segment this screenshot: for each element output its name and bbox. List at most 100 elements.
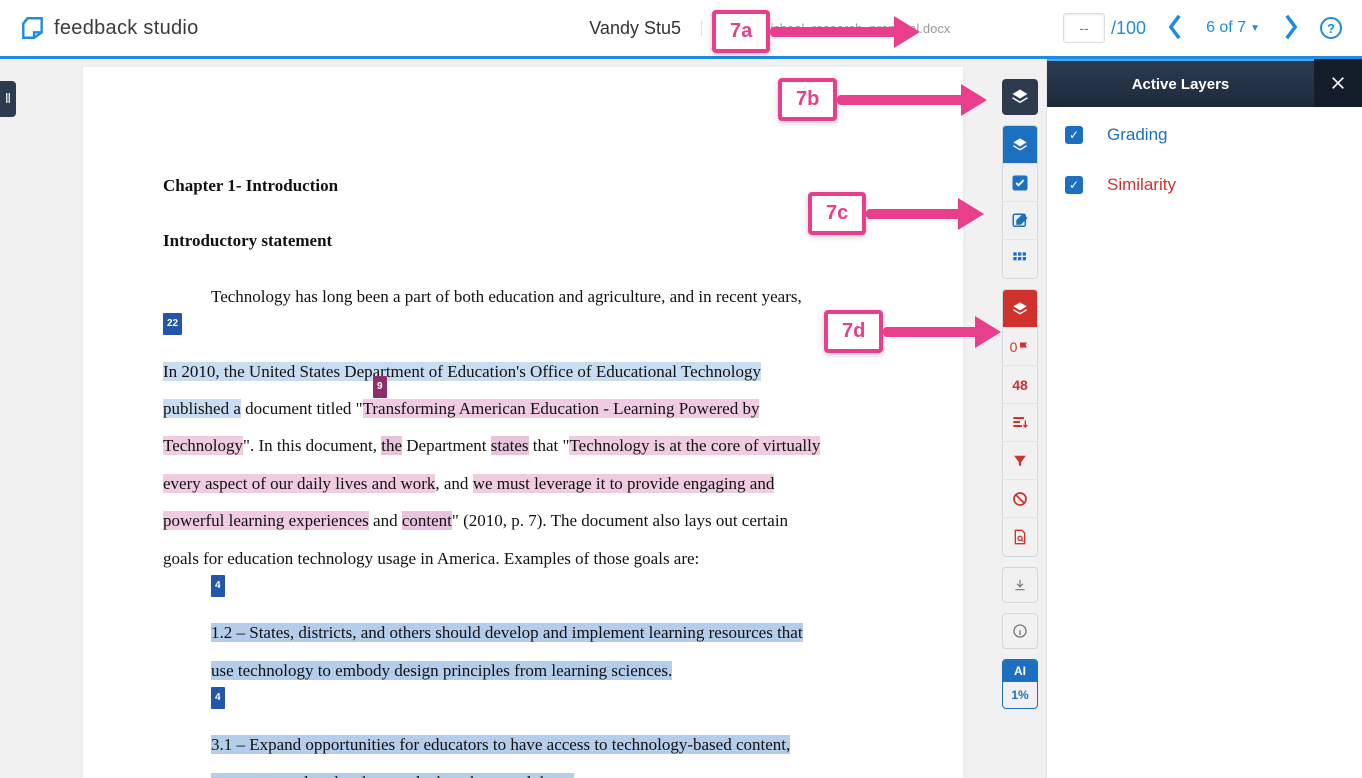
no-icon [1012,491,1028,507]
match-badge[interactable]: 22 [163,313,182,335]
layer-list: ✓ Grading ✓ Similarity [1047,107,1362,213]
quickmarks-button[interactable] [1003,164,1037,202]
rubric-button[interactable] [1003,240,1037,278]
grading-layers-icon[interactable] [1003,126,1037,164]
close-icon [1330,75,1346,91]
sub-heading: Introductory statement [163,222,883,259]
top-bar: feedback studio Vandy Stu5 coley_michael… [0,0,1362,56]
similarity-highlight[interactable]: 1.2 – States, districts, and others shou… [211,623,803,642]
text: , and [435,474,472,493]
download-icon [1013,578,1027,592]
bars-icon [1012,415,1028,431]
paragraph-line: every aspect of our daily lives and work… [163,465,883,502]
goal-list: 4 1.2 – States, districts, and others sh… [163,577,883,778]
layer-item-similarity: ✓ Similarity [1065,175,1344,195]
similarity-layers-icon[interactable] [1003,290,1037,328]
match-badge[interactable]: 9 [373,376,387,398]
similarity-highlight[interactable]: 3.1 – Expand opportunities for educators… [211,735,790,754]
match-badge[interactable]: 4 [211,687,225,709]
text: that " [529,436,570,455]
match-overview-button[interactable]: 48 [1003,366,1037,404]
flag-count: 0 [1010,339,1018,355]
similarity-highlight[interactable]: every aspect of our daily lives and work [163,474,435,493]
flags-button[interactable]: 0 [1003,328,1037,366]
brand: feedback studio [20,15,199,41]
similarity-highlight[interactable]: In 2010, the United States Department of… [163,362,761,381]
top-right-controls: /100 6 of 7 ▼ ? [1063,13,1342,44]
similarity-highlight[interactable]: Technology is at the core of virtually [569,436,820,455]
document-filename: coley_michael_research_proposal.docx [701,21,950,36]
similarity-highlight[interactable]: content [402,511,452,530]
score-box: /100 [1063,13,1146,43]
doc-details-button[interactable] [1003,518,1037,556]
filter-icon [1013,454,1027,468]
paragraph-line: Technology". In this document, the Depar… [163,427,883,464]
compose-icon [1011,212,1029,230]
document-area: ⦀ Chapter 1- Introduction Introductory s… [0,59,1046,778]
grading-checkbox[interactable]: ✓ [1065,126,1083,144]
layers-icon [1011,88,1029,106]
next-paper-button[interactable] [1282,13,1300,44]
thumbnail-tab[interactable]: ⦀ [0,81,16,117]
student-name: Vandy Stu5 [589,18,681,39]
tool-rail: 0 48 [1002,79,1038,709]
ai-label: AI [1003,660,1037,682]
text: ". In this document, [243,436,381,455]
brand-text: feedback studio [54,17,199,40]
check-icon [1011,174,1029,192]
download-button[interactable] [1002,567,1038,603]
similarity-tool-group: 0 48 [1002,289,1038,557]
main-area: ⦀ Chapter 1- Introduction Introductory s… [0,59,1362,778]
ai-percent: 1% [1003,682,1037,708]
similarity-highlight[interactable]: use technology to embody design principl… [211,661,672,680]
side-panel-title: Active Layers [1047,59,1314,107]
side-panel: Active Layers ✓ Grading ✓ Similarity [1046,59,1362,778]
side-panel-header: Active Layers [1047,59,1362,107]
help-button[interactable]: ? [1320,17,1342,39]
flag-icon [1018,341,1030,353]
text: document titled " [241,399,363,418]
paper-position-label: 6 of 7 [1206,19,1246,37]
similarity-highlight[interactable]: states [491,436,529,455]
similarity-highlight[interactable]: resources, and tools where and when they… [211,773,574,778]
paragraph-line: Technology has long been a part of both … [163,278,883,315]
paper-page: Chapter 1- Introduction Introductory sta… [83,67,963,778]
paragraph-line: 22 In 2010, the United States Department… [163,315,883,390]
layer-label: Similarity [1107,175,1176,195]
match-badge[interactable]: 4 [211,575,225,597]
similarity-checkbox[interactable]: ✓ [1065,176,1083,194]
filter-button[interactable] [1003,442,1037,480]
text: and [369,511,402,530]
paper-position-dropdown[interactable]: 6 of 7 ▼ [1206,19,1260,37]
info-icon [1012,623,1028,639]
brand-icon [20,15,46,41]
similarity-highlight[interactable]: published a [163,399,241,418]
similarity-highlight[interactable]: we must leverage it to provide engaging … [473,474,775,493]
layers-toggle-button[interactable] [1002,79,1038,115]
similarity-highlight[interactable]: Technology [163,436,243,455]
prev-paper-button[interactable] [1166,13,1184,44]
feedback-summary-button[interactable] [1003,202,1037,240]
paragraph-line: goals for education technology usage in … [163,540,883,577]
similarity-highlight[interactable]: Transforming American Education - Learni… [363,399,760,418]
similarity-highlight[interactable]: powerful learning experiences [163,511,369,530]
text: Department [402,436,491,455]
layer-item-grading: ✓ Grading [1065,125,1344,145]
all-sources-button[interactable] [1003,404,1037,442]
score-total: /100 [1111,18,1146,39]
chevron-down-icon: ▼ [1250,23,1260,34]
paper-nav: 6 of 7 ▼ [1166,13,1300,44]
chapter-heading: Chapter 1- Introduction [163,167,883,204]
grid-icon [1012,251,1028,267]
similarity-highlight[interactable]: the [381,436,402,455]
score-input[interactable] [1063,13,1105,43]
info-button[interactable] [1002,613,1038,649]
app-root: feedback studio Vandy Stu5 coley_michael… [0,0,1362,778]
ai-indicator[interactable]: AI 1% [1002,659,1038,709]
exclude-button[interactable] [1003,480,1037,518]
grading-tool-group [1002,125,1038,279]
doc-search-icon [1012,529,1028,545]
paragraph-line: powerful learning experiences and conten… [163,502,883,539]
paragraph-line: 9 published a document titled "Transform… [163,390,883,427]
close-panel-button[interactable] [1314,59,1362,107]
